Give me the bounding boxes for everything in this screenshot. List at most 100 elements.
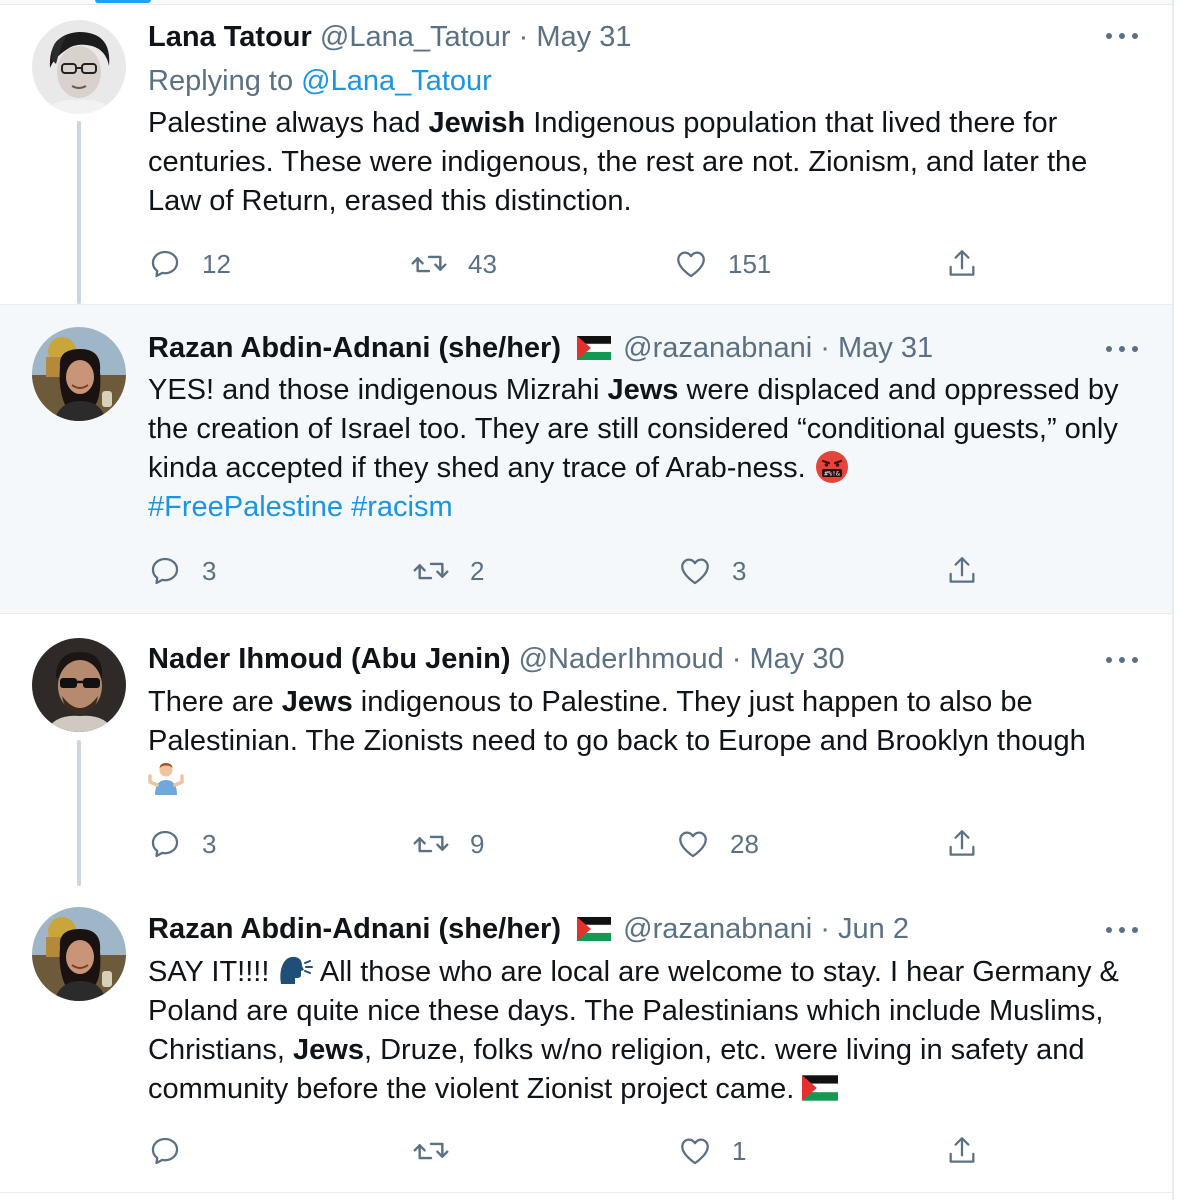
bold-keyword: Jews bbox=[293, 1034, 364, 1066]
heart-icon bbox=[681, 1138, 709, 1165]
share-icon bbox=[949, 1137, 975, 1163]
reply-count: 3 bbox=[202, 555, 217, 586]
handle[interactable]: @razanabnani bbox=[623, 332, 812, 364]
like-count: 151 bbox=[728, 248, 772, 279]
timestamp[interactable]: Jun 2 bbox=[838, 913, 909, 945]
reply-icon bbox=[151, 1137, 179, 1165]
heart-icon bbox=[681, 558, 709, 585]
reply-button[interactable]: 3 bbox=[148, 827, 216, 861]
share-button[interactable] bbox=[945, 1134, 979, 1168]
retweet-icon bbox=[413, 835, 449, 853]
avatar[interactable] bbox=[32, 638, 126, 732]
retweet-icon bbox=[411, 255, 447, 273]
bold-keyword: Jews bbox=[607, 374, 679, 406]
tweet-text: Palestine always had Jewish Indigenous p… bbox=[148, 104, 1148, 221]
retweet-count: 2 bbox=[470, 555, 485, 586]
timeline-border bbox=[1172, 0, 1174, 1200]
retweet-icon bbox=[413, 562, 449, 580]
more-options-icon[interactable] bbox=[1106, 654, 1138, 666]
reply-button[interactable]: 12 bbox=[148, 247, 231, 281]
replying-to-handle[interactable]: @Lana_Tatour bbox=[301, 65, 492, 97]
tweet-header: Lana Tatour @Lana_Tatour · May 31 bbox=[148, 20, 631, 54]
reply-icon bbox=[151, 830, 179, 858]
dot-separator: · bbox=[820, 913, 830, 945]
handle[interactable]: @Lana_Tatour bbox=[320, 21, 511, 53]
tweet-actions: 3 2 3 bbox=[148, 554, 988, 588]
share-button[interactable] bbox=[945, 827, 979, 861]
divider bbox=[0, 1192, 1172, 1193]
like-button[interactable]: 1 bbox=[678, 1134, 746, 1168]
tweet-lana-tatour[interactable]: Lana Tatour @Lana_Tatour · May 31 Replyi… bbox=[0, 8, 1172, 304]
hashtag-freepalestine[interactable]: #FreePalestine bbox=[148, 491, 343, 523]
tweet-actions: 1 bbox=[148, 1134, 988, 1168]
cursing-face-emoji-icon: #%!& bbox=[815, 451, 848, 483]
dot-separator: · bbox=[820, 332, 830, 364]
retweet-count: 9 bbox=[470, 828, 485, 859]
reply-icon bbox=[151, 250, 179, 278]
text-segment: YES! and those indigenous Mizrahi bbox=[148, 374, 608, 406]
reply-count: 3 bbox=[202, 828, 217, 859]
tweet-nader-ihmoud[interactable]: Nader Ihmoud (Abu Jenin) @NaderIhmoud · … bbox=[0, 614, 1172, 886]
tweet-text: There are Jews indigenous to Palestine. … bbox=[148, 683, 1148, 800]
display-name[interactable]: Lana Tatour bbox=[148, 21, 312, 53]
heart-icon bbox=[679, 831, 707, 858]
top-strip bbox=[0, 0, 1172, 5]
speaking-head-emoji-icon bbox=[280, 956, 314, 984]
timestamp[interactable]: May 31 bbox=[536, 21, 631, 53]
share-icon bbox=[949, 557, 975, 583]
palestine-flag-icon bbox=[577, 336, 612, 360]
heart-icon bbox=[677, 251, 705, 278]
tweet-text: SAY IT!!!! All those who are local are w… bbox=[148, 953, 1148, 1109]
tweet-razan-2[interactable]: Razan Abdin-Adnani (she/her) @razanabnan… bbox=[0, 886, 1172, 1192]
palestine-flag-icon bbox=[577, 917, 612, 941]
tweet-razan-1[interactable]: Razan Abdin-Adnani (she/her) @razanabnan… bbox=[0, 305, 1172, 613]
handle[interactable]: @razanabnani bbox=[623, 913, 812, 945]
dot-separator: · bbox=[518, 21, 529, 53]
display-name[interactable]: Nader Ihmoud (Abu Jenin) bbox=[148, 643, 511, 675]
tweet-actions: 12 43 151 bbox=[148, 247, 988, 281]
hashtag-racism[interactable]: #racism bbox=[351, 491, 453, 523]
active-indicator bbox=[95, 0, 151, 3]
tweet-actions: 3 9 28 bbox=[148, 827, 988, 861]
avatar[interactable] bbox=[32, 327, 126, 421]
reply-button[interactable]: 3 bbox=[148, 554, 216, 588]
thread-line bbox=[77, 740, 81, 886]
like-count: 1 bbox=[732, 1135, 747, 1166]
display-name[interactable]: Razan Abdin-Adnani (she/her) bbox=[148, 913, 561, 945]
reply-icon bbox=[151, 557, 179, 585]
display-name[interactable]: Razan Abdin-Adnani (she/her) bbox=[148, 332, 561, 364]
timestamp[interactable]: May 31 bbox=[838, 332, 933, 364]
avatar[interactable] bbox=[32, 907, 126, 1001]
share-icon bbox=[949, 830, 975, 856]
retweet-icon bbox=[413, 1142, 449, 1160]
share-button[interactable] bbox=[945, 554, 979, 588]
retweet-button[interactable]: 9 bbox=[412, 827, 484, 861]
retweet-count: 43 bbox=[468, 248, 497, 279]
share-button[interactable] bbox=[945, 247, 979, 281]
avatar[interactable] bbox=[32, 20, 126, 114]
tweet-text: YES! and those indigenous Mizrahi Jews w… bbox=[148, 371, 1148, 527]
replying-to-label: Replying to bbox=[148, 65, 294, 97]
handle[interactable]: @NaderIhmoud bbox=[519, 643, 724, 675]
dot-separator: · bbox=[731, 643, 742, 675]
like-button[interactable]: 3 bbox=[678, 554, 746, 588]
retweet-button[interactable]: 2 bbox=[412, 554, 484, 588]
more-options-icon[interactable] bbox=[1106, 924, 1138, 936]
reply-button[interactable] bbox=[148, 1134, 202, 1168]
like-count: 3 bbox=[732, 555, 747, 586]
retweet-button[interactable]: 43 bbox=[410, 247, 497, 281]
replying-to: Replying to @Lana_Tatour bbox=[148, 64, 492, 98]
text-segment: There are bbox=[148, 686, 282, 718]
tweet-header: Nader Ihmoud (Abu Jenin) @NaderIhmoud · … bbox=[148, 642, 845, 676]
bold-keyword: Jewish bbox=[428, 107, 526, 139]
more-options-icon[interactable] bbox=[1106, 30, 1138, 42]
more-options-icon[interactable] bbox=[1106, 343, 1138, 355]
like-button[interactable]: 28 bbox=[676, 827, 759, 861]
retweet-button[interactable] bbox=[412, 1134, 470, 1168]
tweet-header: Razan Abdin-Adnani (she/her) @razanabnan… bbox=[148, 912, 909, 946]
like-button[interactable]: 151 bbox=[674, 247, 771, 281]
reply-count: 12 bbox=[202, 248, 231, 279]
timestamp[interactable]: May 30 bbox=[750, 643, 845, 675]
svg-text:#%!&: #%!& bbox=[824, 470, 840, 478]
shrug-emoji-icon bbox=[148, 763, 184, 795]
